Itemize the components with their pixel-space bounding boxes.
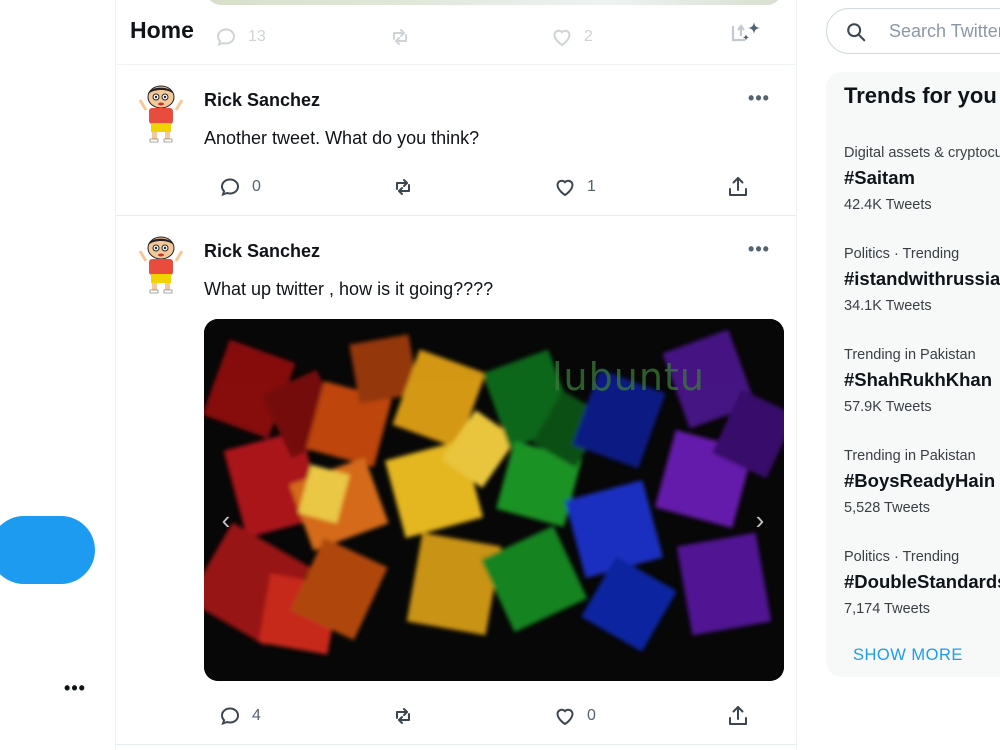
trend-tweet-count: 57.9K Tweets [844,399,932,415]
trend-item[interactable]: Trending in Pakistan #ShahRukhKhan 57.9K… [844,347,1000,427]
tweet-actions: 0 1 [216,172,776,202]
trend-context: Politics · Trending [844,549,960,565]
avatar[interactable] [134,82,188,144]
trend-tweet-count: 5,528 Tweets [844,500,930,516]
media-watermark-text: lubuntu [552,355,705,399]
trend-name: #DoubleStandards [844,571,1000,592]
prev-like-count: 2 [584,28,593,45]
media-next-button[interactable]: › [748,505,772,535]
trends-title: Trends for you [844,83,997,108]
timeline-column: Home 13 2 Rick Sanchez ••• Another tweet… [115,0,797,750]
search-bar[interactable] [826,8,1000,54]
trend-tweet-count: 34.1K Tweets [844,298,932,314]
search-input[interactable] [889,19,1000,43]
trend-tweet-count: 7,174 Tweets [844,601,930,617]
prev-retweet-button[interactable] [388,22,412,52]
trend-name: #BoysReadyHain [844,470,996,491]
like-count: 1 [587,178,596,195]
heart-icon [556,708,574,726]
trend-context: Politics · Trending [844,246,960,262]
retweet-arrows-icon [396,708,410,724]
prev-reply-button[interactable]: 13 [214,22,266,52]
home-header: Home 13 2 [116,0,796,65]
trend-item[interactable]: Politics · Trending #DoubleStandards 7,1… [844,549,1000,629]
tweet-more-button[interactable]: ••• [744,89,774,112]
trend-name: #istandwithrussia [844,268,1000,289]
tweet-text: What up twitter , how is it going???? [204,279,494,299]
prev-reply-count: 13 [248,28,266,45]
avatar[interactable] [134,233,188,295]
trends-panel: Trends for you Digital assets & cryptocu… [826,72,1000,677]
show-more-link[interactable]: SHOW MORE [853,646,963,665]
heart-icon [556,179,574,197]
previous-tweet-actions: 13 2 [212,22,772,52]
cartoon-boy-avatar-icon [138,85,184,143]
tweet-media-image[interactable]: lubuntu ‹ › [204,319,784,681]
cartoon-boy-avatar-icon [138,236,184,294]
retweet-button[interactable] [391,172,415,202]
speech-bubble-icon [220,707,240,726]
top-tweets-button[interactable] [724,18,764,54]
retweet-arrows-icon [393,29,407,45]
retweet-button[interactable] [391,701,415,731]
tweet-item[interactable]: Rick Sanchez ••• What up twitter , how i… [116,217,796,745]
share-upload-icon [729,177,747,196]
heart-icon [553,29,571,47]
like-button[interactable]: 1 [553,172,596,202]
tweet-author-name[interactable]: Rick Sanchez [204,241,320,262]
like-count: 0 [587,707,596,724]
prev-like-button[interactable]: 2 [550,22,593,52]
trend-item[interactable]: Politics · Trending #istandwithrussia 34… [844,246,1000,326]
retweet-arrows-icon [396,179,410,195]
sparkle-top-tweets-icon [731,22,760,42]
trend-name: #ShahRukhKhan [844,369,993,390]
trend-tweet-count: 42.4K Tweets [844,197,932,213]
tweet-text: Another tweet. What do you think? [204,128,480,148]
tweet-more-button[interactable]: ••• [744,240,774,263]
tweet-item[interactable]: Rick Sanchez ••• Another tweet. What do … [116,66,796,216]
speech-bubble-icon [216,28,236,47]
page-title: Home [130,17,194,43]
trend-name: #Saitam [844,167,915,188]
share-upload-icon [729,706,747,725]
tweet-actions: 4 0 [216,701,776,731]
more-options-button[interactable]: ••• [60,678,90,702]
reply-count: 4 [252,707,261,724]
magnifier-icon [847,23,866,42]
trend-context: Trending in Pakistan [844,347,976,363]
tweet-author-name[interactable]: Rick Sanchez [204,90,320,111]
media-previous-button[interactable]: ‹ [214,505,238,535]
reply-button[interactable]: 4 [218,701,261,731]
reply-count: 0 [252,178,261,195]
previous-tweet-image [206,0,782,5]
share-button[interactable] [726,172,750,202]
trend-item[interactable]: Digital assets & cryptocurrency #Saitam … [844,145,1000,225]
like-button[interactable]: 0 [553,701,596,731]
speech-bubble-icon [220,178,240,197]
trend-item[interactable]: Trending in Pakistan #BoysReadyHain 5,52… [844,448,1000,528]
share-button[interactable] [726,701,750,731]
tweet-compose-button[interactable] [0,516,95,584]
trend-context: Digital assets & cryptocurrency [844,145,1000,161]
reply-button[interactable]: 0 [218,172,261,202]
trend-context: Trending in Pakistan [844,448,976,464]
